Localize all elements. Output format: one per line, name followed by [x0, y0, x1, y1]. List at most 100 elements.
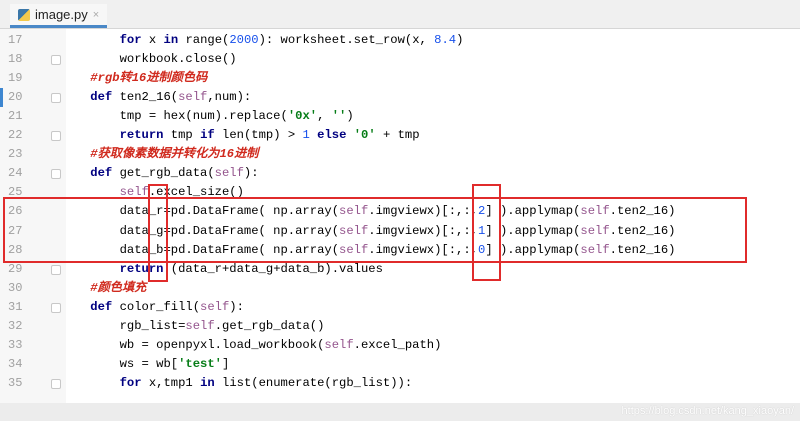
code-text: rgb_list=self.get_rgb_data(): [120, 317, 325, 336]
code-token: ws = wb[: [119, 356, 179, 371]
code-line[interactable]: 22 return tmp if len(tmp) > 1 else '0' + …: [0, 126, 800, 145]
bottom-bar: https://blog.csdn.net/kang_xiaoyan/: [0, 403, 800, 421]
code-token: in: [200, 375, 215, 390]
code-token: return: [119, 128, 164, 143]
fold-icon[interactable]: [51, 302, 61, 313]
code-token: def: [90, 166, 113, 181]
code-text: ws = wb['test']: [120, 355, 230, 374]
code-line[interactable]: 33 wb = openpyxl.load_workbook(self.excel…: [0, 336, 800, 355]
code-text: #获取像素数据并转化为16进制: [90, 145, 258, 164]
code-token: ):: [229, 299, 244, 314]
code-token: ): [456, 33, 464, 47]
code-token: '': [331, 109, 347, 124]
code-token: for: [119, 375, 142, 390]
code-token: workbook.close(): [119, 52, 237, 67]
code-token: 'test': [178, 356, 222, 371]
code-line[interactable]: 20 def ten2_16(self,num):: [0, 88, 800, 108]
code-token: ,num):: [207, 90, 252, 105]
code-token: range(: [178, 33, 230, 47]
highlight-box-channel-index: [472, 184, 501, 281]
fold-icon[interactable]: [51, 131, 61, 142]
close-tab-icon[interactable]: ×: [93, 9, 99, 21]
code-token: def: [90, 299, 113, 314]
line-number: 20: [8, 90, 23, 105]
code-token: self: [200, 299, 230, 314]
line-number: 30: [8, 280, 23, 295]
code-text: def ten2_16(self,num):: [90, 88, 251, 107]
code-token: ten2_16(: [112, 90, 179, 105]
code-token: list(enumerate(rgb_list)):: [214, 375, 413, 390]
code-token: ]: [222, 356, 230, 371]
code-token: #颜色填充: [90, 280, 147, 295]
code-line[interactable]: 31 def color_fill(self):: [0, 298, 800, 317]
code-line[interactable]: 23 #获取像素数据并转化为16进制: [0, 145, 800, 164]
python-file-icon: [18, 8, 30, 21]
code-token: '0x': [287, 109, 318, 124]
line-number: 18: [8, 52, 23, 67]
highlight-box-variable-suffix: [148, 184, 168, 282]
code-token: if: [200, 128, 215, 143]
code-token: + tmp: [375, 128, 420, 143]
code-line[interactable]: 24 def get_rgb_data(self):: [0, 164, 800, 183]
code-token: self: [324, 337, 354, 352]
fold-icon[interactable]: [51, 93, 61, 104]
code-token: .get_rgb_data(): [214, 318, 325, 333]
code-line[interactable]: 32 rgb_list=self.get_rgb_data(): [0, 317, 800, 336]
code-text: tmp = hex(num).replace('0x', ''): [120, 107, 354, 126]
code-token: '0': [353, 128, 376, 143]
code-token: tmp = hex(num).replace(: [119, 109, 288, 124]
code-token: color_fill(: [112, 299, 201, 314]
code-token: rgb_list=: [119, 318, 186, 333]
fold-icon[interactable]: [51, 169, 61, 180]
change-marker: [0, 88, 3, 108]
fold-icon[interactable]: [51, 378, 61, 389]
line-number: 33: [8, 337, 23, 352]
code-text: def color_fill(self):: [90, 298, 244, 317]
code-token: tmp: [163, 128, 201, 143]
code-token: .excel_path): [353, 337, 442, 352]
code-token: ):: [243, 166, 259, 181]
code-token: ): worksheet.set_row(x,: [258, 33, 435, 47]
code-line[interactable]: 21 tmp = hex(num).replace('0x', ''): [0, 107, 800, 126]
code-line[interactable]: 18 workbook.close(): [0, 50, 800, 69]
code-token: def: [90, 90, 113, 105]
code-token: 1: [302, 128, 310, 143]
code-text: return tmp if len(tmp) > 1 else '0' + tm…: [120, 126, 420, 145]
code-token: #rgb转16进制颜色码: [90, 71, 208, 86]
editor-tab-bar: image.py ×: [0, 0, 800, 29]
code-text: #rgb转16进制颜色码: [90, 69, 207, 88]
code-text: for x in range(2000): worksheet.set_row(…: [120, 31, 464, 50]
code-text: #颜色填充: [90, 279, 146, 298]
code-token: #获取像素数据并转化为16进制: [90, 147, 259, 162]
code-token: for: [119, 33, 142, 47]
code-token: x: [141, 33, 164, 47]
code-line[interactable]: 34 ws = wb['test']: [0, 355, 800, 374]
code-line[interactable]: 35 for x,tmp1 in list(enumerate(rgb_list)…: [0, 374, 800, 393]
fold-icon[interactable]: [51, 55, 61, 66]
code-text: for x,tmp1 in list(enumerate(rgb_list)):: [120, 374, 413, 393]
code-line[interactable]: 17 for x in range(2000): worksheet.set_ro…: [0, 31, 800, 50]
line-number: 31: [8, 299, 23, 314]
code-token: wb = openpyxl.load_workbook(: [119, 337, 325, 352]
tab-image-py[interactable]: image.py ×: [10, 4, 108, 28]
line-number: 23: [8, 147, 23, 162]
code-token: 2000: [229, 33, 259, 47]
line-number: 21: [8, 109, 23, 124]
code-line[interactable]: 19 #rgb转16进制颜色码: [0, 69, 800, 88]
line-number: 17: [8, 33, 23, 47]
code-token: else: [317, 128, 347, 143]
code-text: wb = openpyxl.load_workbook(self.excel_p…: [120, 336, 442, 355]
code-text: workbook.close(): [120, 50, 237, 69]
code-token: get_rgb_data(: [112, 166, 215, 181]
code-line[interactable]: 30 #颜色填充: [0, 279, 800, 298]
tab-label: image.py: [35, 7, 88, 22]
code-text: def get_rgb_data(self):: [90, 164, 258, 183]
code-token: self: [214, 166, 244, 181]
line-number: 32: [8, 318, 23, 333]
line-number: 35: [8, 375, 23, 390]
line-number: 34: [8, 356, 23, 371]
code-token: x,tmp1: [141, 375, 201, 390]
fold-icon[interactable]: [51, 264, 61, 275]
code-token: len(tmp) >: [214, 128, 303, 143]
